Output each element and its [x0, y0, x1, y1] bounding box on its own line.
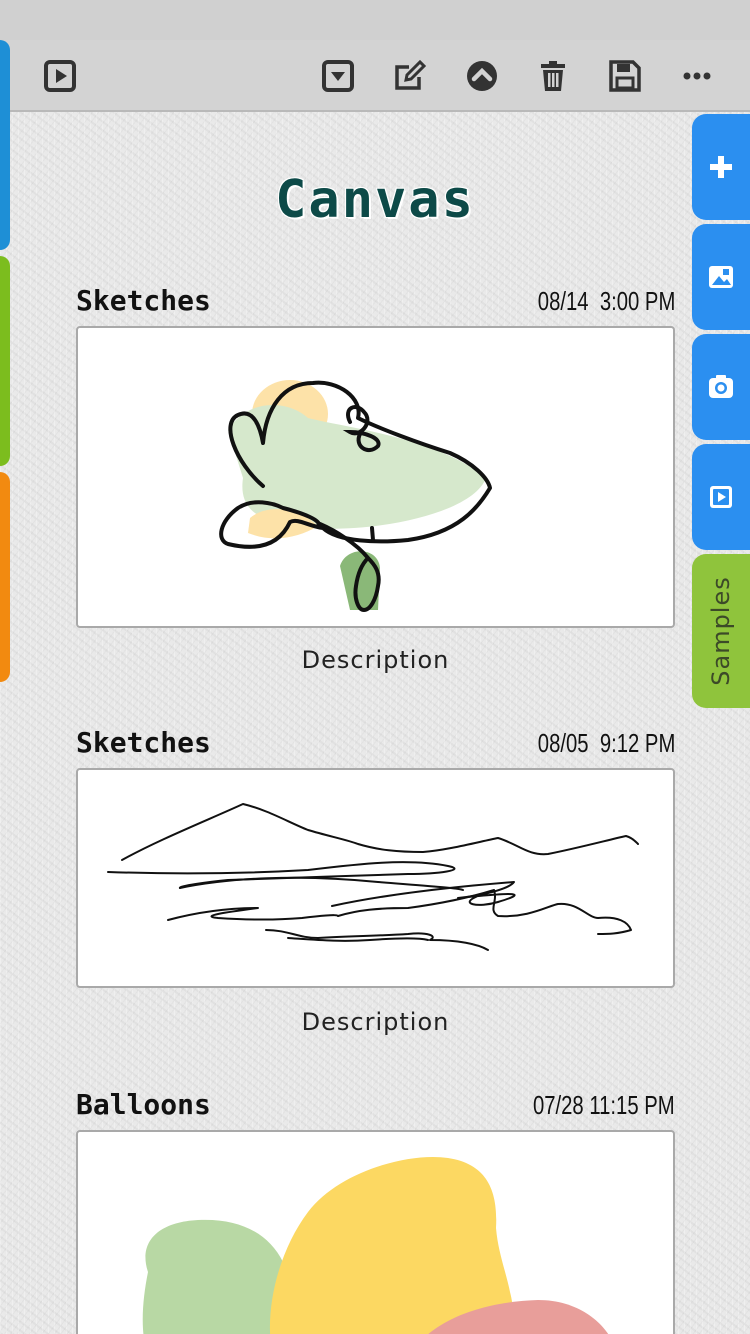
more-button[interactable] — [677, 56, 717, 96]
chevron-up-circle-icon — [467, 61, 497, 91]
card-title: Sketches — [76, 726, 211, 759]
samples-tab[interactable]: Samples — [692, 554, 750, 708]
toolbar — [0, 40, 750, 112]
dropdown-square-icon — [322, 60, 354, 92]
dropdown-button[interactable] — [318, 56, 358, 96]
left-tab-green[interactable] — [0, 256, 10, 466]
save-button[interactable] — [605, 56, 645, 96]
save-icon — [609, 60, 641, 92]
card-title: Sketches — [76, 284, 211, 317]
edit-button[interactable] — [390, 56, 430, 96]
card-timestamp: 08/05 9:12 PM — [537, 728, 675, 758]
camera-tab[interactable] — [692, 334, 750, 440]
samples-tab-label: Samples — [707, 576, 735, 686]
card-description: Description — [301, 646, 450, 674]
delete-button[interactable] — [533, 56, 573, 96]
card-description: Description — [301, 1008, 450, 1036]
trash-icon — [541, 61, 565, 91]
sketch-thumbnail[interactable] — [76, 768, 675, 988]
play-button[interactable] — [40, 56, 80, 96]
camera-icon — [709, 375, 733, 398]
edit-icon — [395, 59, 427, 90]
sketch-thumbnail[interactable] — [76, 326, 675, 628]
left-tab-orange[interactable] — [0, 472, 10, 682]
page-title: Canvas — [275, 170, 475, 230]
video-icon — [710, 486, 732, 508]
more-icon — [683, 72, 711, 80]
card-title: Balloons — [76, 1088, 211, 1121]
video-tab[interactable] — [692, 444, 750, 550]
card-timestamp: 07/28 11:15 PM — [533, 1090, 675, 1120]
image-icon — [709, 266, 733, 288]
note-card[interactable]: Sketches 08/05 9:12 PM Description — [76, 726, 675, 1046]
note-card[interactable]: Sketches 08/14 3:00 PM Description — [76, 284, 675, 684]
status-bar — [0, 0, 750, 40]
note-card[interactable]: Balloons 07/28 11:15 PM — [76, 1088, 675, 1334]
image-tab[interactable] — [692, 224, 750, 330]
card-timestamp: 08/14 3:00 PM — [537, 286, 675, 316]
sketch-thumbnail[interactable] — [76, 1130, 675, 1334]
collapse-button[interactable] — [462, 56, 502, 96]
play-square-icon — [44, 60, 76, 92]
